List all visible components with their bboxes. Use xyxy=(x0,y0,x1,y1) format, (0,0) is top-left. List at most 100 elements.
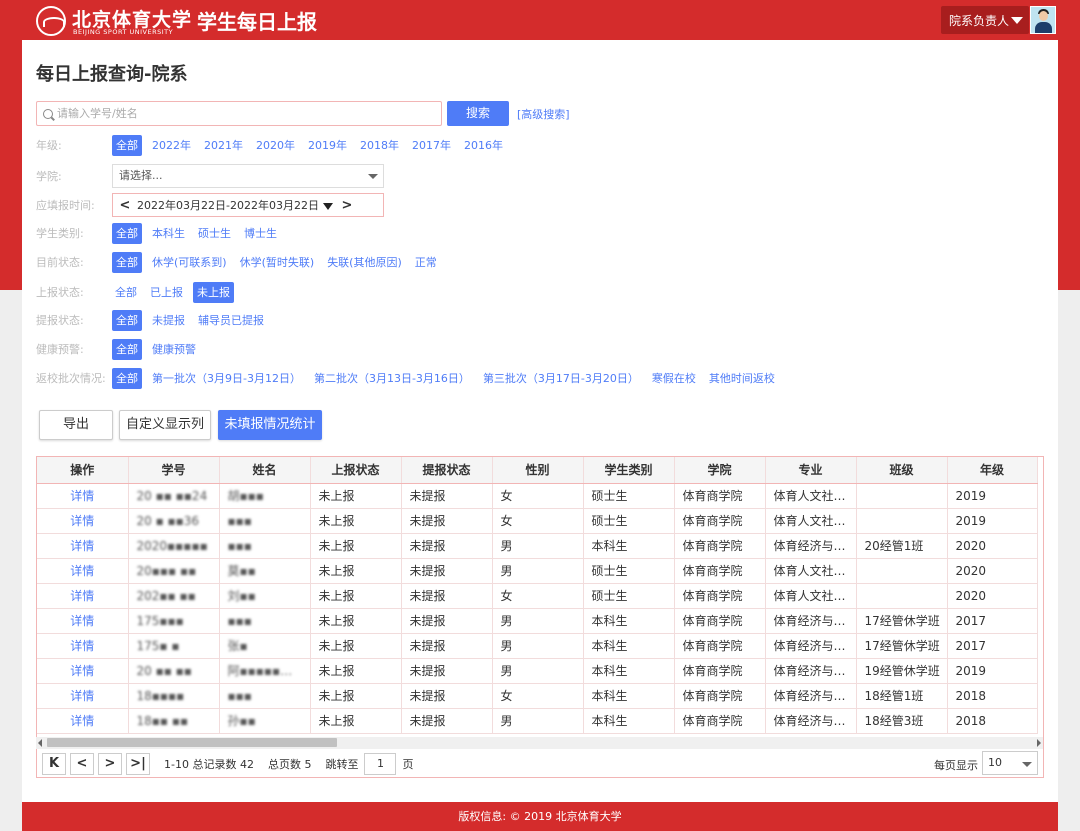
first-page-button[interactable]: K xyxy=(42,752,66,775)
prev-page-button[interactable]: < xyxy=(70,752,94,775)
search-button[interactable]: 搜索 xyxy=(447,101,509,126)
cell-name: 张▪ xyxy=(219,633,311,659)
column-header[interactable]: 学院 xyxy=(674,457,766,484)
report-option-unreported[interactable]: 未上报 xyxy=(193,281,234,303)
column-header[interactable]: 提报状态 xyxy=(401,457,493,484)
scroll-right-icon[interactable] xyxy=(1037,739,1041,747)
cell-id: 18▪▪ ▪▪ xyxy=(128,708,220,734)
search-icon xyxy=(43,108,53,119)
college-select[interactable]: 请选择... xyxy=(112,164,384,188)
status-option-lost-other[interactable]: 失联(其他原因) xyxy=(324,252,405,273)
type-option-undergrad[interactable]: 本科生 xyxy=(149,223,188,244)
page-size-select[interactable]: 10 xyxy=(982,751,1038,775)
status-option-leave-reachable[interactable]: 休学(可联系到) xyxy=(149,252,230,273)
column-header[interactable]: 学号 xyxy=(128,457,220,484)
filter-label: 应填报时间: xyxy=(36,199,95,212)
column-header[interactable]: 姓名 xyxy=(219,457,311,484)
details-link[interactable]: 详情 xyxy=(37,508,129,534)
batch-option-1[interactable]: 第一批次（3月9日-3月12日） xyxy=(149,368,304,389)
custom-columns-button[interactable]: 自定义显示列 xyxy=(119,410,211,440)
details-link[interactable]: 详情 xyxy=(37,608,129,634)
cell-college: 体育商学院 xyxy=(674,508,766,534)
cell-grade: 2019 xyxy=(947,658,1038,684)
grade-option-2021[interactable]: 2021年 xyxy=(201,135,246,156)
column-header[interactable]: 年级 xyxy=(947,457,1038,484)
avatar[interactable] xyxy=(1030,6,1056,34)
user-role-dropdown[interactable]: 院系负责人 xyxy=(941,6,1029,34)
remind-option-not[interactable]: 未提报 xyxy=(149,310,188,331)
batch-option-other[interactable]: 其他时间返校 xyxy=(706,368,778,389)
cell-college: 体育商学院 xyxy=(674,633,766,659)
cell-gender: 男 xyxy=(492,658,584,684)
status-option-all[interactable]: 全部 xyxy=(112,251,142,273)
status-option-leave-lost[interactable]: 休学(暂时失联) xyxy=(237,252,318,273)
date-range-picker[interactable]: < 2022年03月22日-2022年03月22日 > xyxy=(112,193,384,217)
batch-option-winter[interactable]: 寒假在校 xyxy=(649,368,699,389)
batch-option-3[interactable]: 第三批次（3月17日-3月20日） xyxy=(480,368,642,389)
health-option-all[interactable]: 全部 xyxy=(112,338,142,360)
grade-option-2022[interactable]: 2022年 xyxy=(149,135,194,156)
column-header[interactable]: 性别 xyxy=(492,457,584,484)
column-header[interactable]: 专业 xyxy=(765,457,857,484)
type-option-all[interactable]: 全部 xyxy=(112,222,142,244)
batch-option-2[interactable]: 第二批次（3月13日-3月16日） xyxy=(311,368,473,389)
type-option-doctor[interactable]: 博士生 xyxy=(241,223,280,244)
type-option-master[interactable]: 硕士生 xyxy=(195,223,234,244)
status-option-normal[interactable]: 正常 xyxy=(412,252,440,273)
cell-gender: 男 xyxy=(492,608,584,634)
scroll-left-icon[interactable] xyxy=(38,739,42,747)
health-option-warning[interactable]: 健康预警 xyxy=(149,339,199,360)
date-next-button[interactable]: > xyxy=(335,198,359,213)
last-page-button[interactable]: >| xyxy=(126,752,150,775)
cell-remind: 未提报 xyxy=(401,658,493,684)
details-link[interactable]: 详情 xyxy=(37,483,129,509)
jump-page-input[interactable]: 1 xyxy=(364,752,397,775)
filter-label: 学院: xyxy=(36,170,62,183)
cell-name: 孙▪▪ xyxy=(219,708,311,734)
batch-option-all[interactable]: 全部 xyxy=(112,367,142,389)
cell-class: 18经管3班 xyxy=(856,708,948,734)
cell-report: 未上报 xyxy=(310,708,402,734)
advanced-search-link[interactable]: [高级搜索] xyxy=(517,106,570,122)
date-prev-button[interactable]: < xyxy=(113,198,137,213)
filter-college: 学院: xyxy=(36,165,113,187)
details-link[interactable]: 详情 xyxy=(37,683,129,709)
horizontal-scrollbar[interactable] xyxy=(36,737,1043,749)
column-header[interactable]: 学生类别 xyxy=(583,457,675,484)
cell-remind: 未提报 xyxy=(401,633,493,659)
date-range-value[interactable]: 2022年03月22日-2022年03月22日 xyxy=(137,197,335,213)
details-link[interactable]: 详情 xyxy=(37,533,129,559)
grade-option-2016[interactable]: 2016年 xyxy=(461,135,506,156)
details-link[interactable]: 详情 xyxy=(37,658,129,684)
grade-option-2020[interactable]: 2020年 xyxy=(253,135,298,156)
grade-option-2019[interactable]: 2019年 xyxy=(305,135,350,156)
grade-option-2018[interactable]: 2018年 xyxy=(357,135,402,156)
grade-option-2017[interactable]: 2017年 xyxy=(409,135,454,156)
export-button[interactable]: 导出 xyxy=(39,410,113,440)
details-link[interactable]: 详情 xyxy=(37,583,129,609)
cell-report: 未上报 xyxy=(310,608,402,634)
remind-option-all[interactable]: 全部 xyxy=(112,309,142,331)
search-field[interactable] xyxy=(36,101,442,126)
university-logo[interactable]: 北京体育大学 BEIJING SPORT UNIVERSITY xyxy=(36,4,191,38)
column-header[interactable]: 班级 xyxy=(856,457,948,484)
next-page-button[interactable]: > xyxy=(98,752,122,775)
remind-option-counselor[interactable]: 辅导员已提报 xyxy=(195,310,267,331)
report-option-reported[interactable]: 已上报 xyxy=(147,282,186,303)
cell-class: 19经管休学班 xyxy=(856,658,948,684)
unfilled-stats-button[interactable]: 未填报情况统计 xyxy=(218,410,322,440)
column-header[interactable]: 上报状态 xyxy=(310,457,402,484)
table-header-row: 操作 学号 姓名 上报状态 提报状态 性别 学生类别 学院 专业 班级 年级 xyxy=(37,457,1038,484)
details-link[interactable]: 详情 xyxy=(37,558,129,584)
search-input[interactable] xyxy=(57,107,417,120)
cell-report: 未上报 xyxy=(310,583,402,609)
details-link[interactable]: 详情 xyxy=(37,708,129,734)
grade-option-all[interactable]: 全部 xyxy=(112,134,142,156)
cell-name: 莫▪▪ xyxy=(219,558,311,584)
details-link[interactable]: 详情 xyxy=(37,633,129,659)
cell-remind: 未提报 xyxy=(401,583,493,609)
cell-gender: 男 xyxy=(492,533,584,559)
cell-college: 体育商学院 xyxy=(674,483,766,509)
report-option-all[interactable]: 全部 xyxy=(112,282,140,303)
scrollbar-thumb[interactable] xyxy=(47,738,337,747)
